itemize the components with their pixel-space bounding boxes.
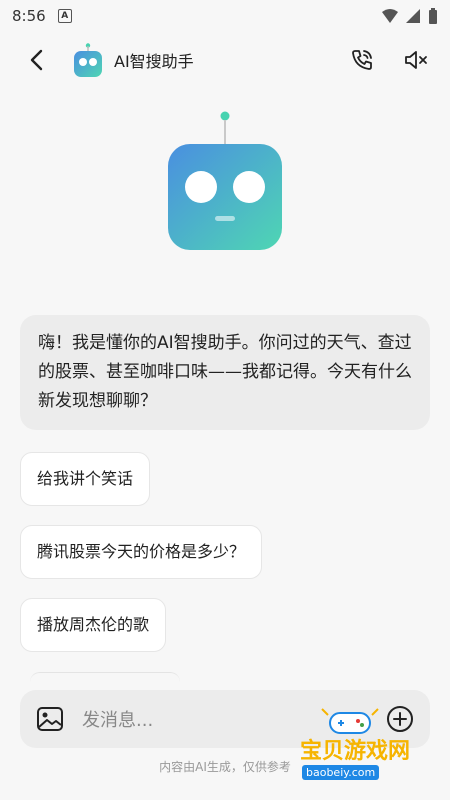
robot-mascot-icon [168, 111, 282, 250]
suggestion-chip[interactable]: 播放周杰伦的歌 [20, 598, 167, 652]
back-button[interactable] [18, 42, 54, 78]
phone-call-icon [352, 50, 372, 70]
suggestion-chip[interactable]: 给我讲个笑话 [20, 452, 151, 506]
gamepad-icon [321, 708, 379, 734]
mute-button[interactable] [400, 44, 432, 76]
wifi-icon [382, 9, 398, 23]
chevron-left-icon [30, 49, 43, 71]
speaker-mute-icon [405, 51, 427, 69]
suggestion-chip[interactable]: 腾讯股票今天的价格是多少？ [20, 525, 263, 579]
battery-icon [429, 8, 437, 24]
watermark-logo: 宝贝游戏网 baobeiy.com [300, 705, 445, 780]
status-bar: 8:56 A [0, 0, 450, 32]
robot-avatar-icon [74, 43, 102, 77]
app-bar: AI智搜助手 [0, 38, 450, 82]
suggestion-chip-partial[interactable] [30, 672, 180, 687]
watermark-url: baobeiy.com [302, 765, 380, 780]
watermark-text: 宝贝游戏网 [300, 739, 411, 764]
image-icon[interactable] [36, 705, 64, 733]
assistant-message: 嗨！我是懂你的AI智搜助手。你问过的天气、查过的股票、甚至咖啡口味——我都记得。… [20, 315, 430, 430]
notification-icon: A [57, 9, 72, 23]
page-title: AI智搜助手 [114, 52, 194, 71]
signal-icon [406, 9, 420, 23]
status-time: 8:56 [12, 7, 46, 25]
voice-call-button[interactable] [346, 44, 378, 76]
